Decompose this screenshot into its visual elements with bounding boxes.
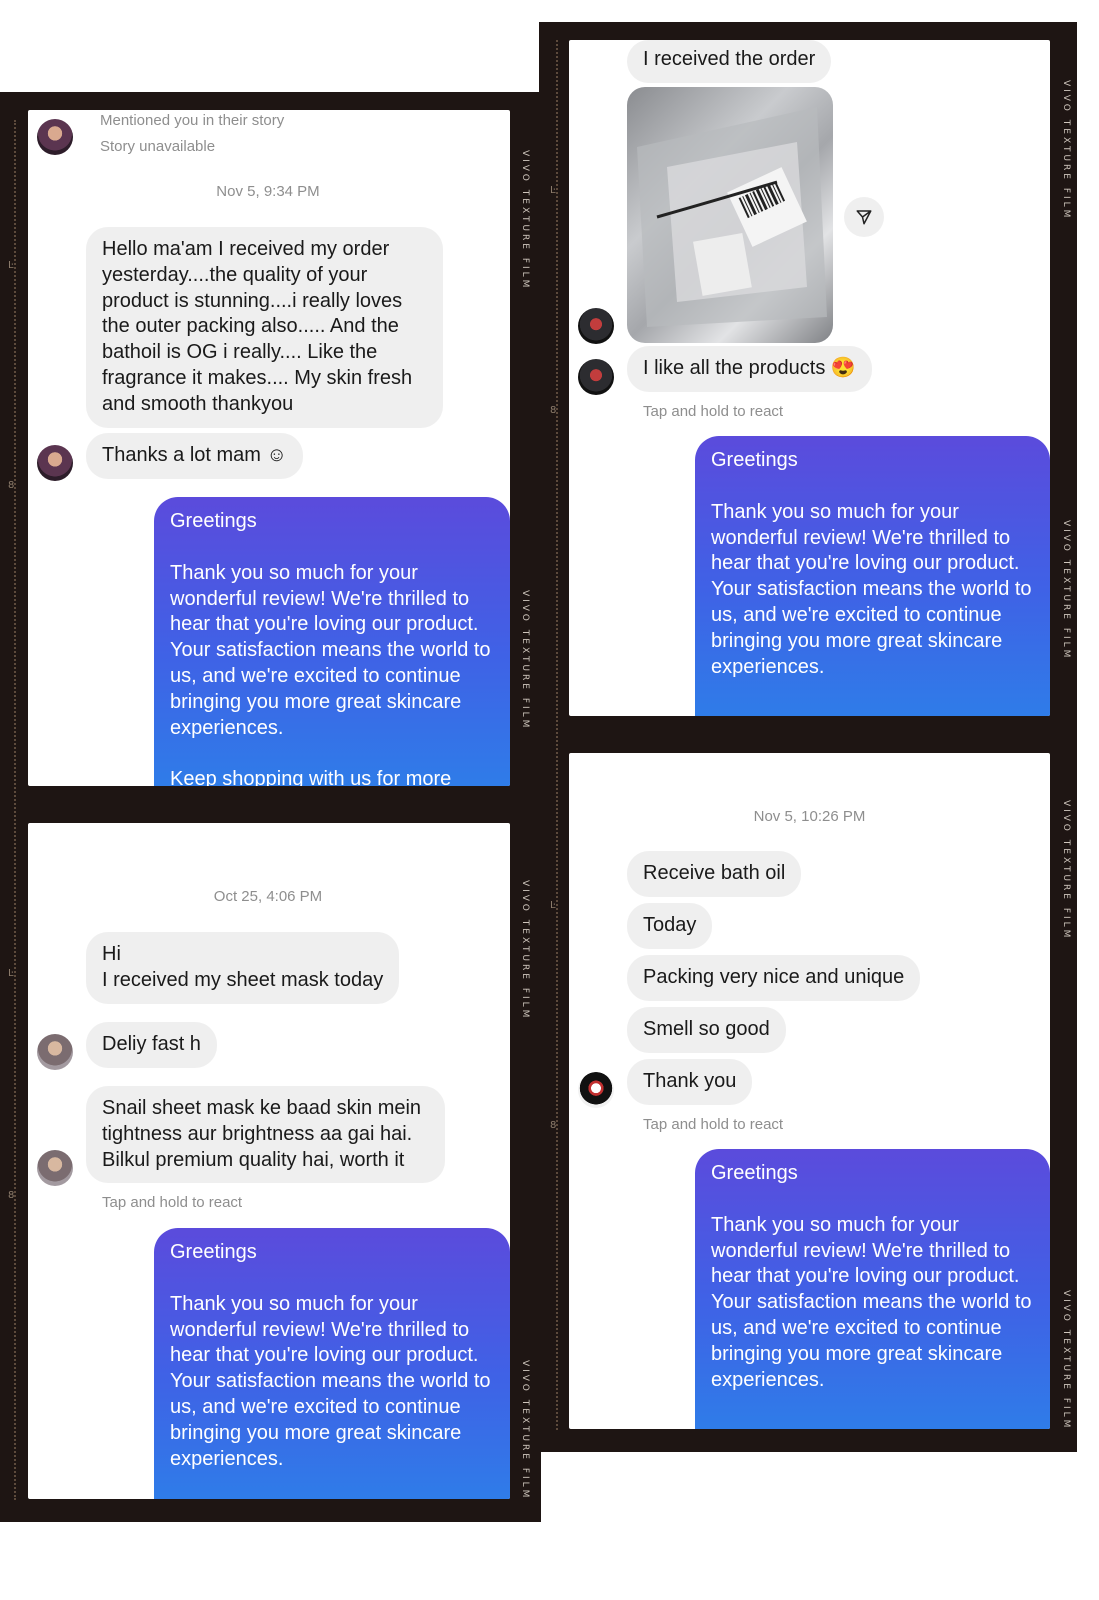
timestamp: Nov 5, 9:34 PM bbox=[216, 183, 320, 200]
avatar[interactable] bbox=[37, 445, 73, 481]
outgoing-message[interactable]: Greetings Thank you so much for your won… bbox=[695, 1149, 1050, 1429]
avatar[interactable] bbox=[37, 1034, 73, 1070]
avatar[interactable] bbox=[37, 1150, 73, 1186]
reply-greeting: Greetings bbox=[170, 510, 257, 532]
film-mark: Ŀ bbox=[550, 900, 556, 911]
film-label: VIVO TEXTURE FILM bbox=[520, 150, 530, 291]
reply-body: Thank you so much for your wonderful rev… bbox=[711, 500, 1032, 678]
reply-body: Thank you so much for your wonderful rev… bbox=[170, 561, 491, 739]
film-label: VIVO TEXTURE FILM bbox=[520, 590, 530, 731]
package-photo[interactable] bbox=[627, 87, 833, 343]
avatar[interactable] bbox=[578, 308, 614, 344]
avatar[interactable] bbox=[578, 1072, 614, 1108]
incoming-message[interactable]: Receive bath oil bbox=[627, 851, 802, 897]
outgoing-message[interactable]: Greetings Thank you so much for your won… bbox=[695, 436, 1050, 716]
film-mark: Ŀ bbox=[8, 968, 14, 979]
film-mark: 8 bbox=[8, 480, 15, 491]
reply-greeting: Greetings bbox=[711, 449, 798, 471]
film-mark: Ŀ bbox=[8, 260, 14, 271]
reply-greeting: Greetings bbox=[170, 1241, 257, 1263]
incoming-message[interactable]: Packing very nice and unique bbox=[627, 955, 921, 1001]
package-photo-icon bbox=[637, 107, 827, 327]
timestamp: Nov 5, 10:26 PM bbox=[753, 808, 866, 825]
reply-body: Thank you so much for your wonderful rev… bbox=[170, 1292, 491, 1470]
film-mark: 8 bbox=[550, 405, 557, 416]
film-label: VIVO TEXTURE FILM bbox=[1061, 520, 1071, 661]
react-hint: Tap and hold to react bbox=[643, 403, 784, 420]
film-label: VIVO TEXTURE FILM bbox=[1061, 80, 1071, 221]
react-hint: Tap and hold to react bbox=[102, 1194, 243, 1211]
collage-root: { "film_label": "VIVO TEXTURE FILM", "pa… bbox=[0, 0, 1099, 1600]
film-mark: Ŀ bbox=[550, 185, 556, 196]
story-status-text: Story unavailable bbox=[100, 138, 216, 155]
avatar[interactable] bbox=[37, 119, 73, 155]
chat-panel-3: Oct 25, 4:06 PM Hi I received my sheet m… bbox=[28, 823, 510, 1499]
avatar[interactable] bbox=[578, 359, 614, 395]
send-icon-glyph bbox=[856, 210, 872, 225]
film-label: VIVO TEXTURE FILM bbox=[1061, 1290, 1071, 1431]
chat-panel-1: Mentioned you in their story Story unava… bbox=[28, 110, 510, 786]
incoming-message[interactable]: Thank you bbox=[627, 1059, 753, 1105]
reply-body: Thank you so much for your wonderful rev… bbox=[711, 1213, 1032, 1391]
outgoing-message[interactable]: Greetings Thank you so much for your won… bbox=[154, 1228, 510, 1499]
incoming-message[interactable]: Snail sheet mask ke baad skin mein tight… bbox=[86, 1086, 445, 1184]
chat-panel-4: Nov 5, 10:26 PM Receive bath oil Today P… bbox=[569, 753, 1050, 1429]
send-icon[interactable] bbox=[844, 197, 884, 237]
incoming-message[interactable]: Today bbox=[627, 903, 713, 949]
react-hint: Tap and hold to react bbox=[643, 1116, 784, 1133]
reply-continuation: Keep shopping with us for more bbox=[170, 768, 452, 786]
film-perforation bbox=[14, 120, 18, 1500]
incoming-message[interactable]: I like all the products 😍 bbox=[627, 346, 872, 392]
outgoing-message[interactable]: Greetings Thank you so much for your won… bbox=[154, 497, 510, 786]
film-mark: 8 bbox=[8, 1190, 15, 1201]
story-mention-text: Mentioned you in their story bbox=[100, 112, 285, 129]
incoming-message[interactable]: Deliy fast h bbox=[86, 1022, 217, 1068]
film-label: VIVO TEXTURE FILM bbox=[520, 1360, 530, 1501]
film-label: VIVO TEXTURE FILM bbox=[1061, 800, 1071, 941]
incoming-message[interactable]: Thanks a lot mam ☺ bbox=[86, 433, 303, 479]
film-perforation bbox=[556, 40, 560, 1430]
incoming-message[interactable]: Smell so good bbox=[627, 1007, 786, 1053]
film-label: VIVO TEXTURE FILM bbox=[520, 880, 530, 1021]
timestamp: Oct 25, 4:06 PM bbox=[213, 888, 323, 905]
incoming-message[interactable]: Hi I received my sheet mask today bbox=[86, 932, 400, 1004]
incoming-message[interactable]: I received the order bbox=[627, 40, 832, 83]
chat-panel-2: I received the order I like all the prod… bbox=[569, 40, 1050, 716]
incoming-message[interactable]: Hello ma'am I received my order yesterda… bbox=[86, 227, 443, 428]
film-mark: 8 bbox=[550, 1120, 557, 1131]
reply-greeting: Greetings bbox=[711, 1162, 798, 1184]
